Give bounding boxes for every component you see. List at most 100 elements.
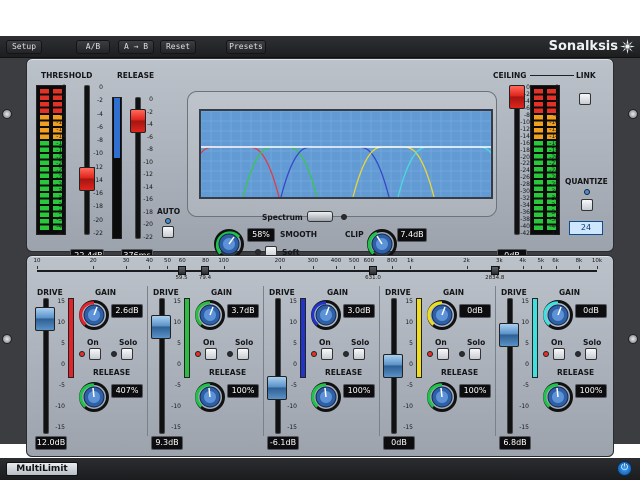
crossover-tick	[555, 266, 557, 269]
band-drive-track[interactable]	[507, 298, 513, 434]
meter-segment	[40, 141, 49, 146]
crossover-tick	[499, 266, 501, 269]
crossover-handle[interactable]	[369, 266, 377, 275]
meter-segment	[40, 180, 49, 185]
scale-tick-label: -8	[524, 111, 530, 119]
scale-tick-label: -8	[553, 111, 559, 119]
product-name-button[interactable]: MultiLimit	[6, 462, 78, 476]
bands-container: DRIVE GAIN 15 10 5 0 -5 -10 -15 12.0dB 2.6dB On Solo…	[27, 284, 615, 456]
band-on-label: On	[319, 338, 331, 347]
crossover-tick-label: 300	[307, 258, 318, 264]
band-solo-checkbox[interactable]	[237, 348, 249, 360]
band-scale-label: 0	[61, 361, 65, 368]
smooth-value: 58%	[247, 228, 275, 242]
threshold-fader-track[interactable]	[84, 85, 90, 235]
scale-tick-label: -36	[520, 209, 530, 217]
scale-tick-label: -14	[549, 132, 559, 140]
crossover-tick	[578, 266, 580, 269]
band-gain-knob[interactable]	[195, 300, 225, 330]
band-on-checkbox[interactable]	[205, 348, 217, 360]
meter-segment	[40, 199, 49, 204]
band-gain-knob[interactable]	[79, 300, 109, 330]
crossover-scale[interactable]: 10 20 30 40 50 60 80 100 200 300 400 500 600 800 1k 2k 3…	[34, 258, 605, 284]
quantize-value-field[interactable]: 24	[569, 221, 603, 235]
band-solo-checkbox[interactable]	[469, 348, 481, 360]
band-gain-knob[interactable]	[543, 300, 573, 330]
scale-tick-label: -6	[147, 133, 153, 141]
band-release-knob[interactable]	[195, 382, 225, 412]
crossover-tick	[354, 266, 356, 269]
meter-segment	[40, 206, 49, 211]
band-on-label: On	[87, 338, 99, 347]
band-release-knob[interactable]	[543, 382, 573, 412]
crossover-tick-label: 3k	[496, 258, 503, 264]
quantize-checkbox[interactable]	[581, 199, 593, 211]
threshold-fader-handle[interactable]	[79, 166, 95, 191]
presets-button[interactable]: Presets	[226, 40, 266, 54]
band-release-knob[interactable]	[79, 382, 109, 412]
band-release-knob[interactable]	[427, 382, 457, 412]
crossover-tick-label: 40	[145, 258, 153, 264]
crossover-tick-label: 4k	[519, 258, 527, 264]
band-strip: DRIVE GAIN 15 10 5 0 -5 -10 -15 9.3dB 3.7dB On Solo R…	[147, 284, 265, 456]
band-scale-label: 15	[57, 298, 65, 305]
ab-toggle-button[interactable]: A/B	[76, 40, 110, 54]
band-gain-value: 3.7dB	[227, 304, 259, 318]
scale-tick-label: -20	[520, 153, 530, 161]
crossover-handle[interactable]	[490, 266, 499, 275]
crossover-handle[interactable]	[200, 266, 209, 275]
auto-led	[165, 218, 171, 224]
link-line	[530, 75, 574, 76]
crossover-track[interactable]	[37, 270, 597, 272]
band-solo-checkbox[interactable]	[585, 348, 597, 360]
crossover-handle[interactable]	[177, 266, 186, 275]
meter-segment	[534, 95, 543, 100]
band-release-knob-graphic	[79, 382, 109, 412]
release-gr-fill	[114, 98, 120, 158]
bands-panel: 10 20 30 40 50 60 80 100 200 300 400 500 600 800 1k 2k 3…	[26, 255, 614, 457]
scale-tick-label: -32	[520, 195, 530, 203]
crossover-tick	[336, 266, 338, 269]
meter-segment	[40, 219, 49, 224]
link-checkbox[interactable]	[579, 93, 591, 105]
scale-tick-label: -32	[549, 195, 559, 203]
scale-tick-label: -34	[520, 202, 530, 210]
release-gr-meter	[112, 97, 122, 239]
copy-a-to-b-button[interactable]: A → B	[118, 40, 154, 54]
band-gain-knob[interactable]	[427, 300, 457, 330]
band-drive-value: 12.0dB	[35, 436, 67, 450]
band-scale-label: 5	[525, 340, 529, 347]
band-scale-label: 0	[293, 361, 297, 368]
band-scale-label: -5	[291, 382, 297, 389]
crossover-tick-label: 10	[33, 258, 41, 264]
ceiling-label: CEILING	[493, 71, 527, 80]
band-gain-knob[interactable]	[311, 300, 341, 330]
band-drive-label: DRIVE	[385, 288, 411, 297]
spectrum-toggle-button[interactable]	[307, 211, 333, 222]
band-drive-track[interactable]	[275, 298, 281, 434]
band-on-checkbox[interactable]	[89, 348, 101, 360]
band-solo-checkbox[interactable]	[353, 348, 365, 360]
release-fader-handle[interactable]	[130, 108, 146, 133]
setup-button[interactable]: Setup	[6, 40, 42, 54]
auto-checkbox[interactable]	[162, 226, 174, 238]
reset-button[interactable]: Reset	[160, 40, 196, 54]
crossover-tick	[126, 266, 128, 269]
band-scale-label: -5	[407, 382, 413, 389]
band-on-checkbox[interactable]	[553, 348, 565, 360]
band-on-checkbox[interactable]	[321, 348, 333, 360]
band-release-label: RELEASE	[93, 368, 131, 377]
band-on-checkbox[interactable]	[437, 348, 449, 360]
band-drive-label: DRIVE	[501, 288, 527, 297]
screw-icon	[628, 334, 638, 344]
power-icon[interactable]: ⏻	[617, 461, 632, 476]
band-scale-label: -10	[403, 403, 413, 410]
sonalksis-logo-icon	[620, 39, 635, 54]
meter-segment	[40, 102, 49, 107]
scale-tick-label: -30	[549, 188, 559, 196]
meter-segment	[40, 186, 49, 191]
band-release-knob[interactable]	[311, 382, 341, 412]
band-solo-checkbox[interactable]	[121, 348, 133, 360]
band-solo-led	[111, 351, 117, 357]
scale-tick-label: -6	[524, 104, 530, 112]
